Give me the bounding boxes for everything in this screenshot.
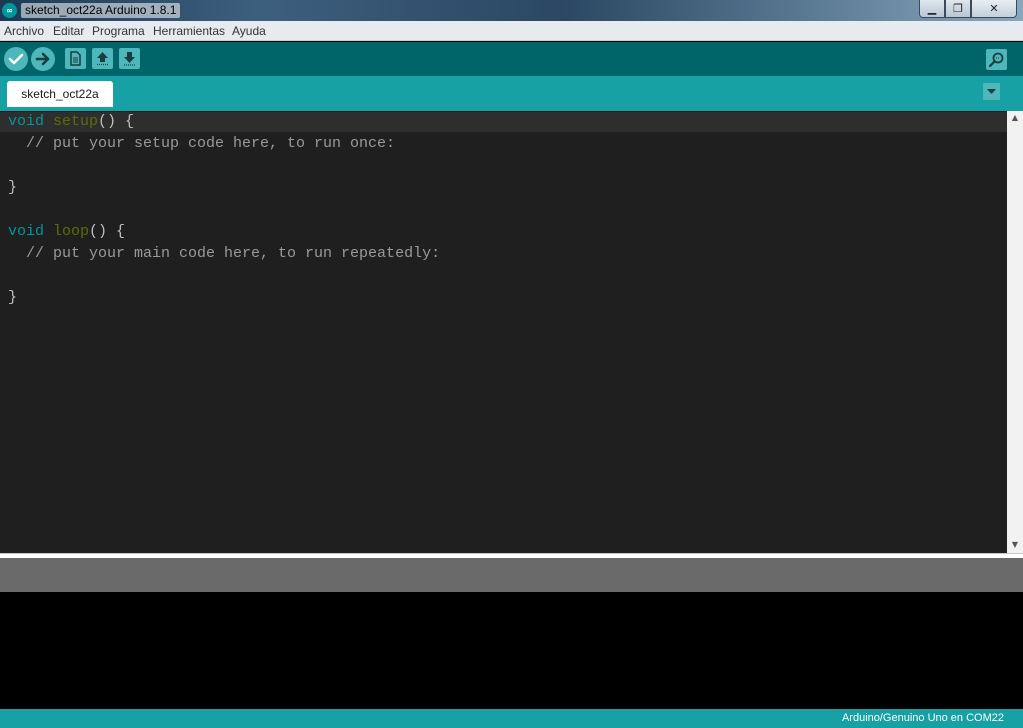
check-icon xyxy=(8,53,24,65)
arrow-right-icon xyxy=(35,52,50,66)
tab-sketch[interactable]: sketch_oct22a xyxy=(7,81,113,107)
open-button[interactable] xyxy=(92,48,113,69)
message-area xyxy=(0,558,1023,592)
tab-menu-button[interactable] xyxy=(983,83,1000,100)
function-name: setup xyxy=(53,113,99,130)
close-button[interactable]: ✕ xyxy=(971,0,1017,18)
keyword-type: void xyxy=(8,223,45,240)
tab-strip: sketch_oct22a xyxy=(0,76,1023,107)
function-name: loop xyxy=(53,223,90,240)
current-line-highlight xyxy=(0,112,1007,132)
serial-monitor-button[interactable] xyxy=(986,49,1007,70)
menu-editar[interactable]: Editar xyxy=(53,24,84,38)
window-title: sketch_oct22a Arduino 1.8.1 xyxy=(21,3,181,18)
code-line: void loop() { xyxy=(8,221,125,243)
code-line: } xyxy=(8,289,18,306)
document-icon xyxy=(70,51,81,66)
code-comment: // put your setup code here, to run once… xyxy=(8,135,396,152)
code-editor[interactable]: void setup() { // put your setup code he… xyxy=(0,111,1007,553)
arduino-logo-icon: ∞ xyxy=(2,3,17,18)
board-port-status: Arduino/Genuino Uno en COM22 xyxy=(841,712,1004,724)
menu-ayuda[interactable]: Ayuda xyxy=(232,24,266,38)
code-line: } xyxy=(8,179,18,196)
keyword-type: void xyxy=(8,113,45,130)
toolbar xyxy=(0,42,1023,76)
save-button[interactable] xyxy=(119,48,140,69)
menu-programa[interactable]: Programa xyxy=(92,24,145,38)
status-bar: Arduino/Genuino Uno en COM22 xyxy=(0,709,1023,728)
code-punctuation: () { xyxy=(98,113,135,130)
code-line: void setup() { xyxy=(8,111,134,133)
menu-bar: Archivo Editar Programa Herramientas Ayu… xyxy=(0,21,1023,41)
chevron-down-icon xyxy=(987,89,996,94)
minimize-button[interactable]: ▁ xyxy=(919,0,945,18)
editor-scrollbar[interactable]: ▲ ▼ xyxy=(1007,111,1023,553)
new-button[interactable] xyxy=(65,48,86,69)
menu-archivo[interactable]: Archivo xyxy=(4,24,44,38)
title-bar[interactable]: ∞ sketch_oct22a Arduino 1.8.1 ▁ ❐ ✕ xyxy=(0,0,1023,21)
code-line: // put your main code here, to run repea… xyxy=(8,243,440,265)
console-output[interactable] xyxy=(0,592,1023,709)
verify-button[interactable] xyxy=(4,47,28,71)
arrow-down-icon xyxy=(124,52,135,66)
maximize-button[interactable]: ❐ xyxy=(945,0,971,18)
magnifier-icon xyxy=(988,52,1004,68)
scroll-up-icon[interactable]: ▲ xyxy=(1010,113,1020,123)
upload-button[interactable] xyxy=(31,47,55,71)
arrow-up-icon xyxy=(97,52,108,66)
menu-herramientas[interactable]: Herramientas xyxy=(153,24,225,38)
scroll-down-icon[interactable]: ▼ xyxy=(1010,540,1020,550)
code-comment: // put your main code here, to run repea… xyxy=(8,245,441,262)
code-punctuation: () { xyxy=(89,223,126,240)
code-line: // put your setup code here, to run once… xyxy=(8,133,395,155)
